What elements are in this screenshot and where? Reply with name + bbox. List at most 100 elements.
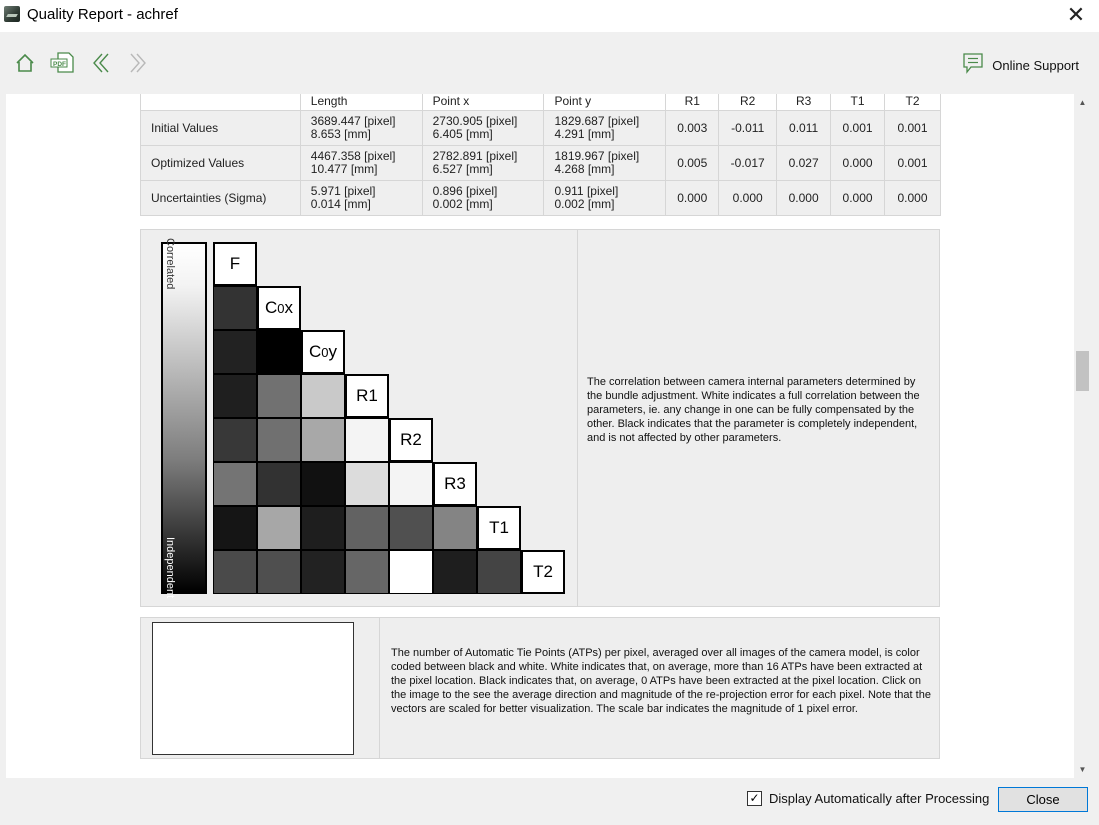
matrix-cell [257,374,301,418]
matrix-cell [389,506,433,550]
matrix-diagonal-label: C0x [257,286,301,330]
close-button[interactable]: Close [998,787,1088,812]
r1-cell: 0.000 [665,180,720,216]
window-title: Quality Report - achref [27,6,178,23]
title-bar: Quality Report - achref ✕ [0,0,1099,32]
table-header: T1 [830,94,885,111]
length-cell: 5.971 [pixel] 0.014 [mm] [299,180,423,216]
atp-description: The number of Automatic Tie Points (ATPs… [391,647,931,715]
point-y-cell: 0.911 [pixel] 0.002 [mm] [543,180,667,216]
matrix-cell [257,462,301,506]
r2-cell: -0.017 [718,145,778,181]
table-row: Initial Values 3689.447 [pixel] 8.653 [mm… [140,110,941,146]
length-cell: 4467.358 [pixel] 10.477 [mm] [299,145,423,181]
matrix-cell [433,550,477,594]
online-support-button[interactable]: Online Support [962,52,1079,79]
matrix-cell [389,550,433,594]
t2-cell: 0.000 [884,180,941,216]
table-header-row: Length Point x Point y R1 R2 R3 T1 T2 [140,94,941,111]
row-label: Optimized Values [140,145,301,181]
pdf-icon[interactable]: PDF [50,52,76,79]
window-close-icon[interactable]: ✕ [1063,3,1089,29]
table-header: R1 [665,94,720,111]
matrix-cell [257,330,301,374]
app-icon [4,6,20,22]
matrix-cell [213,550,257,594]
footer: ✓ Display Automatically after Processing… [0,778,1099,825]
point-y-cell: 1829.687 [pixel] 4.291 [mm] [543,110,667,146]
checkbox-label: Display Automatically after Processing [769,791,990,806]
point-x-cell: 2782.891 [pixel] 6.527 [mm] [421,145,545,181]
correlation-description: The correlation between camera internal … [587,376,920,444]
r1-cell: 0.003 [665,110,720,146]
matrix-cell [301,550,345,594]
t2-cell: 0.001 [884,145,941,181]
matrix-diagonal-label: T2 [521,550,565,594]
matrix-cell [433,506,477,550]
r3-cell: 0.011 [776,110,832,146]
matrix-diagonal-label: R2 [389,418,433,462]
r1-cell: 0.005 [665,145,720,181]
online-support-label: Online Support [992,57,1079,73]
matrix-cell [213,462,257,506]
matrix-cell [345,506,389,550]
report-content[interactable]: Length Point x Point y R1 R2 R3 T1 T2 In… [6,94,1074,778]
r2-cell: 0.000 [718,180,778,216]
matrix-cell [389,462,433,506]
t1-cell: 0.000 [830,180,885,216]
matrix-cell [213,330,257,374]
matrix-diagonal-label: C0y [301,330,345,374]
scale-top-label: Correlated [164,238,176,290]
row-label: Initial Values [140,110,301,146]
divider [379,618,380,758]
atp-image[interactable] [152,622,354,755]
matrix-diagonal-label: R3 [433,462,477,506]
matrix-cell [477,550,521,594]
matrix-diagonal-label: F [213,242,257,286]
matrix-cell [345,550,389,594]
home-icon[interactable] [14,52,36,79]
scroll-up-icon[interactable]: ▲ [1077,98,1088,107]
r2-cell: -0.011 [718,110,778,146]
scale-bottom-label: Independent [164,536,176,598]
matrix-cell [257,418,301,462]
auto-display-checkbox[interactable]: ✓ Display Automatically after Processing [747,791,989,806]
divider [577,230,578,606]
matrix-cell [213,506,257,550]
scroll-down-icon[interactable]: ▼ [1077,765,1088,774]
length-cell: 3689.447 [pixel] 8.653 [mm] [299,110,423,146]
matrix-cell [301,506,345,550]
matrix-cell [213,418,257,462]
matrix-cell [345,418,389,462]
matrix-diagonal-label: R1 [345,374,389,418]
t1-cell: 0.001 [830,110,885,146]
table-header: R2 [718,94,778,111]
chat-icon [962,52,984,79]
matrix-cell [257,550,301,594]
table-row: Uncertainties (Sigma) 5.971 [pixel] 0.014… [140,180,941,216]
checkbox-box[interactable]: ✓ [747,791,762,806]
vertical-scrollbar[interactable]: ▲ ▼ [1074,94,1091,778]
scrollbar-thumb[interactable] [1076,351,1089,391]
table-header: Length [299,94,423,111]
t2-cell: 0.001 [884,110,941,146]
forward-icon[interactable] [127,52,149,79]
table-header [140,94,301,111]
table-header: R3 [776,94,832,111]
table-header: Point y [543,94,667,111]
r3-cell: 0.027 [776,145,832,181]
point-y-cell: 1819.967 [pixel] 4.268 [mm] [543,145,667,181]
matrix-cell [213,286,257,330]
internal-parameters-table: Length Point x Point y R1 R2 R3 T1 T2 In… [140,94,941,216]
correlation-panel: Correlated Independent F C 0 x C 0 y R1 R2 R3 T1 T2… [140,229,940,607]
t1-cell: 0.000 [830,145,885,181]
r3-cell: 0.000 [776,180,832,216]
matrix-cell [301,374,345,418]
atp-panel: The number of Automatic Tie Points (ATPs… [140,617,940,759]
matrix-cell [257,506,301,550]
svg-text:PDF: PDF [53,61,66,68]
table-row: Optimized Values 4467.358 [pixel] 10.477 … [140,145,941,181]
back-icon[interactable] [90,52,112,79]
matrix-cell [213,374,257,418]
matrix-diagonal-label: T1 [477,506,521,550]
